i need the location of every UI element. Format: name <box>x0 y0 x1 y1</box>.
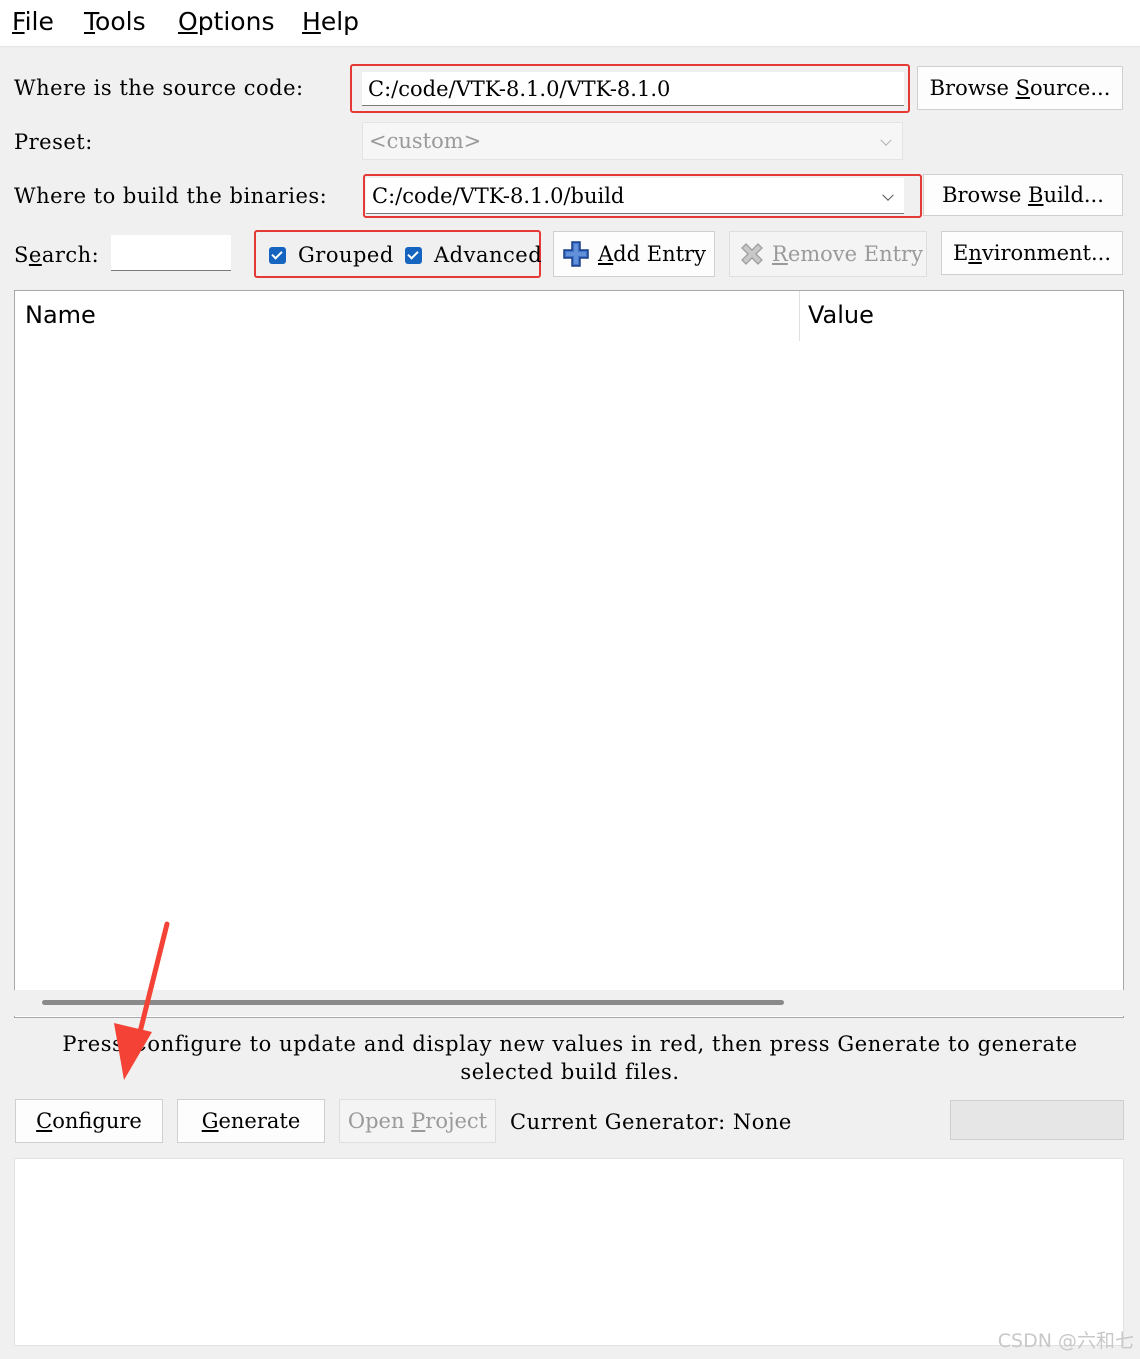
menu-options[interactable]: Options <box>178 7 274 36</box>
cache-table[interactable]: Name Value <box>14 290 1124 1018</box>
search-label: Search: <box>14 243 100 267</box>
remove-entry-button[interactable]: Remove Entry <box>729 231 927 277</box>
menu-file[interactable]: File <box>12 7 54 36</box>
environment-button[interactable]: En vironment... <box>941 231 1123 275</box>
chevron-down-icon <box>880 134 892 146</box>
grouped-checkbox[interactable]: Grouped <box>269 243 394 267</box>
source-label: Where is the source code: <box>14 76 304 100</box>
output-log[interactable] <box>14 1158 1124 1346</box>
preset-label: Preset: <box>14 130 93 154</box>
open-project-button[interactable]: Open Project <box>339 1099 496 1143</box>
chevron-down-icon[interactable] <box>882 189 894 201</box>
progress-bar <box>950 1100 1124 1140</box>
add-entry-button[interactable]: Add Entry <box>553 231 715 277</box>
plus-icon <box>563 241 589 267</box>
checkbox-checked-icon <box>405 246 422 264</box>
advanced-checkbox[interactable]: Advanced <box>405 243 542 267</box>
column-divider <box>799 291 800 341</box>
menu-bar: File Tools Options Help <box>0 0 1140 47</box>
column-header-value[interactable]: Value <box>808 301 874 329</box>
red-arrow-annotation <box>114 921 170 1080</box>
configure-button[interactable]: Configure <box>15 1099 163 1143</box>
checkbox-checked-icon <box>269 246 286 264</box>
browse-build-button[interactable]: Browse Build... <box>923 174 1123 216</box>
generate-button[interactable]: Generate <box>177 1099 325 1143</box>
build-path-value: C:/code/VTK-8.1.0/build <box>372 183 625 208</box>
preset-value: <custom> <box>369 129 482 153</box>
source-path-input[interactable]: C:/code/VTK-8.1.0/VTK-8.1.0 <box>362 72 904 106</box>
watermark: CSDN @六和七 <box>997 1330 1134 1352</box>
search-input[interactable] <box>111 235 231 271</box>
menu-tools[interactable]: Tools <box>84 7 146 36</box>
current-generator-label: Current Generator: None <box>510 1110 792 1134</box>
remove-icon <box>741 243 763 265</box>
menu-help[interactable]: Help <box>302 7 359 36</box>
preset-dropdown[interactable]: <custom> <box>362 122 903 160</box>
browse-source-button[interactable]: Browse Source... <box>917 66 1123 110</box>
column-header-name[interactable]: Name <box>25 301 96 329</box>
build-path-combobox[interactable]: C:/code/VTK-8.1.0/build <box>366 178 904 214</box>
build-label: Where to build the binaries: <box>14 184 328 208</box>
